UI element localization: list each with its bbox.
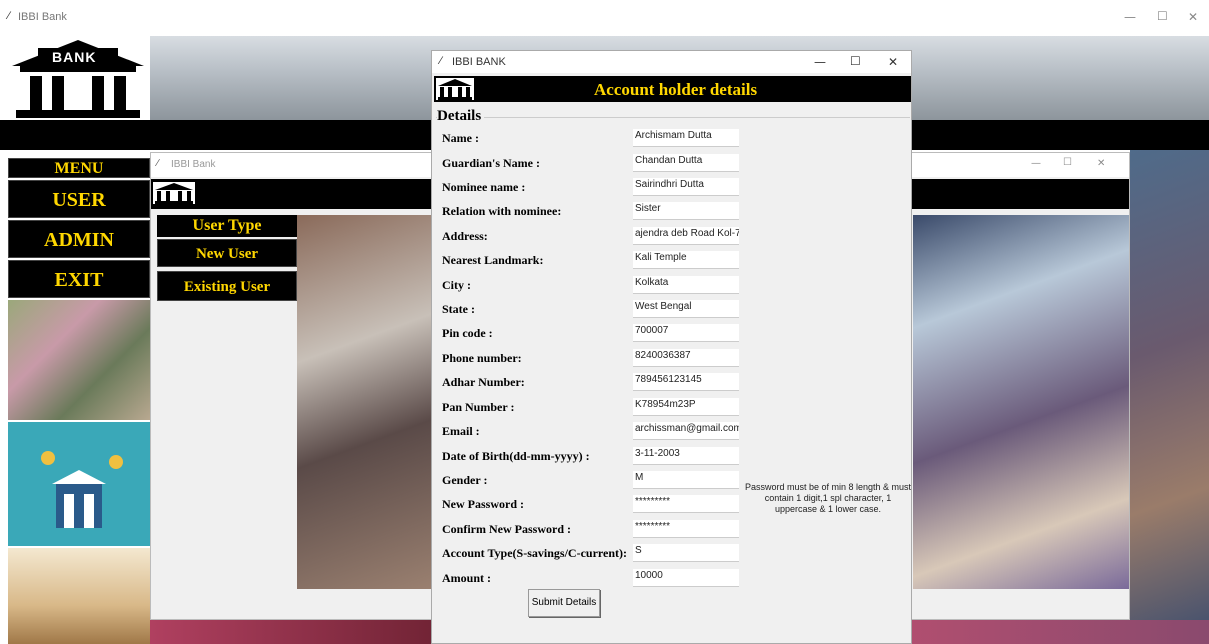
user-button[interactable]: USER (8, 180, 150, 218)
amount-label: Amount : (439, 569, 495, 588)
adhar-input[interactable]: 789456123145 (633, 373, 739, 391)
phone-label: Phone number: (439, 349, 525, 368)
bank-logo: BANK (8, 36, 148, 120)
maximize-button[interactable]: ☐ (1157, 9, 1168, 23)
feather-icon: ∕ (8, 10, 10, 22)
details-window: ∕ IBBI BANK — ☐ ✕ Account holder details… (431, 50, 912, 644)
city-input[interactable]: Kolkata (633, 276, 739, 294)
city-label: City : (439, 276, 474, 295)
details-bank-logo (436, 78, 474, 100)
email-input[interactable]: archissman@gmail.com (633, 422, 739, 440)
pin-code-input[interactable]: 700007 (633, 324, 739, 342)
bank-logo-text: BANK (52, 49, 97, 65)
name-label: Name : (439, 129, 482, 148)
user-type-header: User Type (157, 215, 297, 237)
details-window-title: IBBI BANK (452, 56, 506, 68)
exit-button[interactable]: EXIT (8, 260, 150, 298)
submit-details-button[interactable]: Submit Details (528, 589, 600, 617)
gender-input[interactable]: M (633, 471, 739, 489)
password-hint: Password must be of min 8 length & must … (744, 482, 912, 514)
address-label: Address: (439, 227, 491, 246)
details-form: Name : Archismam Dutta Guardian's Name :… (439, 127, 912, 627)
user-window-minimize-button[interactable]: — (1031, 158, 1041, 169)
details-close-button[interactable]: ✕ (888, 55, 898, 69)
background-image-right (1130, 150, 1209, 644)
landmark-label: Nearest Landmark: (439, 251, 547, 270)
pin-code-label: Pin code : (439, 324, 496, 343)
dob-input[interactable]: 3-11-2003 (633, 447, 739, 465)
landmark-input[interactable]: Kali Temple (633, 251, 739, 269)
details-section-label: Details (437, 108, 485, 125)
guardian-name-input[interactable]: Chandan Dutta (633, 154, 739, 172)
user-window-maximize-button[interactable]: ☐ (1063, 157, 1072, 168)
menu-header: MENU (8, 158, 150, 178)
details-minimize-button[interactable]: — (814, 55, 826, 69)
new-password-input[interactable]: ********* (633, 495, 739, 513)
nominee-name-input[interactable]: Sairindhri Dutta (633, 178, 739, 196)
bank-crowd-image-right (913, 215, 1129, 589)
existing-user-button[interactable]: Existing User (157, 271, 297, 301)
bank-illustration-image (8, 422, 150, 546)
details-header-bar: Account holder details (434, 76, 911, 102)
confirm-password-label: Confirm New Password : (439, 520, 574, 539)
state-input[interactable]: West Bengal (633, 300, 739, 318)
savings-jar-image (8, 548, 150, 644)
nominee-name-label: Nominee name : (439, 178, 529, 197)
main-titlebar: ∕ IBBI Bank — ☐ ✕ (0, 0, 1209, 34)
gender-label: Gender : (439, 471, 491, 490)
state-label: State : (439, 300, 478, 319)
guardian-name-label: Guardian's Name : (439, 154, 544, 173)
details-window-titlebar: ∕ IBBI BANK — ☐ ✕ (432, 51, 911, 73)
small-bank-logo (153, 182, 195, 204)
address-input[interactable]: ajendra deb Road Kol-7 (633, 227, 739, 245)
name-input[interactable]: Archismam Dutta (633, 129, 739, 147)
account-type-label: Account Type(S-savings/C-current): (439, 544, 630, 563)
adhar-label: Adhar Number: (439, 373, 528, 392)
feather-icon: ∕ (440, 55, 442, 67)
new-user-button[interactable]: New User (157, 239, 297, 267)
phone-input[interactable]: 8240036387 (633, 349, 739, 367)
money-image (8, 300, 150, 420)
account-type-input[interactable]: S (633, 544, 739, 562)
feather-icon: ∕ (157, 158, 159, 169)
email-label: Email : (439, 422, 483, 441)
dob-label: Date of Birth(dd-mm-yyyy) : (439, 447, 593, 466)
user-window-title: IBBI Bank (171, 159, 216, 170)
close-button[interactable]: ✕ (1188, 10, 1198, 24)
admin-button[interactable]: ADMIN (8, 220, 150, 258)
bank-crowd-image-left (297, 215, 431, 589)
confirm-password-input[interactable]: ********* (633, 520, 739, 538)
amount-input[interactable]: 10000 (633, 569, 739, 587)
relation-input[interactable]: Sister (633, 202, 739, 220)
details-maximize-button[interactable]: ☐ (850, 54, 861, 68)
main-window-title: IBBI Bank (18, 11, 67, 23)
details-heading: Account holder details (594, 80, 758, 99)
user-window-close-button[interactable]: ✕ (1097, 158, 1105, 169)
relation-label: Relation with nominee: (439, 202, 565, 221)
pan-input[interactable]: K78954m23P (633, 398, 739, 416)
details-group-border (436, 117, 910, 118)
minimize-button[interactable]: — (1124, 10, 1136, 24)
new-password-label: New Password : (439, 495, 527, 514)
pan-label: Pan Number : (439, 398, 518, 417)
